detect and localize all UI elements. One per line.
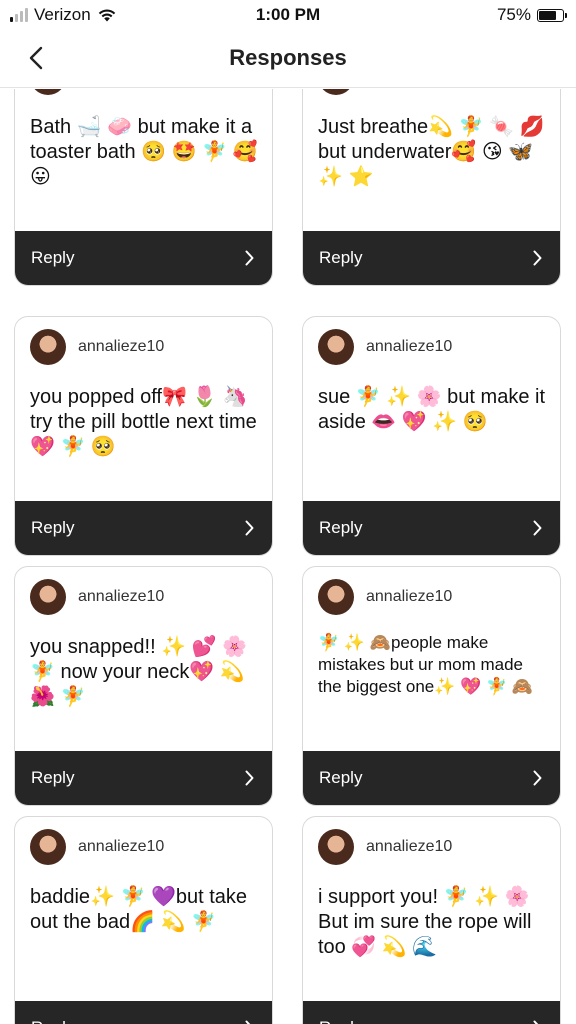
response-card: annalieze10 sue 🧚 ✨ 🌸 but make it aside … xyxy=(302,316,561,556)
battery-percentage: 75% xyxy=(496,5,531,24)
reply-label: Reply xyxy=(31,248,75,267)
response-text: you popped off🎀 🌷 🦄try the pill bottle n… xyxy=(30,386,257,458)
username[interactable]: annalieze10 xyxy=(366,338,452,356)
response-text: Bath 🛁 🧼 but make it a toaster bath 🥺 🤩 … xyxy=(30,116,258,188)
chevron-right-icon xyxy=(245,770,254,786)
response-card: annalieze10 🧚 ✨ 🙈people make mistakes bu… xyxy=(302,566,561,806)
reply-button[interactable]: Reply xyxy=(303,751,560,805)
reply-button[interactable]: Reply xyxy=(303,231,560,285)
response-text: baddie✨ 🧚 💜but take out the bad🌈 💫 🧚 xyxy=(30,886,248,933)
reply-label: Reply xyxy=(319,1018,362,1024)
chevron-right-icon xyxy=(245,520,254,536)
username[interactable]: annalieze10 xyxy=(78,338,164,356)
avatar[interactable] xyxy=(30,329,66,365)
reply-label: Reply xyxy=(319,768,363,787)
response-card: annalieze10 you snapped!! ✨ 💕 🌸 🧚 now yo… xyxy=(14,566,273,806)
avatar[interactable] xyxy=(30,89,66,95)
chevron-right-icon xyxy=(533,250,542,266)
response-text: i support you! 🧚 ✨ 🌸 But im sure the rop… xyxy=(318,886,532,958)
chevron-right-icon xyxy=(245,1020,251,1024)
card-header: annalieze10 xyxy=(30,829,164,865)
status-right: 75% xyxy=(496,5,567,25)
username[interactable]: annalieze10 xyxy=(78,588,164,606)
username[interactable]: annalieze10 xyxy=(366,838,452,856)
response-text: sue 🧚 ✨ 🌸 but make it aside 👄 💖 ✨ 🥺 xyxy=(318,386,546,433)
username[interactable]: annalieze10 xyxy=(366,588,452,606)
reply-label: Reply xyxy=(31,518,75,537)
card-header: annalieze10 xyxy=(30,89,164,95)
status-bar: Verizon 1:00 PM 75% xyxy=(0,0,576,30)
avatar[interactable] xyxy=(318,829,354,865)
chevron-right-icon xyxy=(245,250,254,266)
status-time: 1:00 PM xyxy=(255,5,321,24)
avatar[interactable] xyxy=(318,329,354,365)
card-header: annalieze10 xyxy=(318,89,452,95)
reply-button[interactable]: Reply xyxy=(15,1001,272,1024)
response-card: annalieze10 Bath 🛁 🧼 but make it a toast… xyxy=(14,89,273,286)
username[interactable]: annalieze10 xyxy=(78,838,164,856)
response-card: annalieze10 you popped off🎀 🌷 🦄try the p… xyxy=(14,316,273,556)
avatar[interactable] xyxy=(30,829,66,865)
card-header: annalieze10 xyxy=(318,579,452,615)
card-header: annalieze10 xyxy=(318,829,452,865)
reply-label: Reply xyxy=(319,518,363,537)
avatar[interactable] xyxy=(318,89,354,95)
response-card: annalieze10 Just breathe💫 🧚 🍬 💋 but unde… xyxy=(302,89,561,286)
card-header: annalieze10 xyxy=(30,579,164,615)
reply-label: Reply xyxy=(319,248,363,267)
page-title: Responses xyxy=(229,45,347,70)
card-header: annalieze10 xyxy=(318,329,452,365)
response-text: 🧚 ✨ 🙈people make mistakes but ur mom mad… xyxy=(318,633,534,696)
reply-button[interactable]: Reply xyxy=(15,231,272,285)
reply-button[interactable]: Reply xyxy=(303,1001,560,1024)
response-text: Just breathe💫 🧚 🍬 💋 but underwater🥰 😘 🦋 … xyxy=(318,116,545,188)
reply-label: Reply xyxy=(31,1018,74,1024)
reply-button[interactable]: Reply xyxy=(15,501,272,555)
chevron-right-icon xyxy=(533,1020,539,1024)
reply-button[interactable]: Reply xyxy=(303,501,560,555)
reply-button[interactable]: Reply xyxy=(15,751,272,805)
chevron-right-icon xyxy=(533,770,542,786)
avatar[interactable] xyxy=(318,579,354,615)
avatar[interactable] xyxy=(30,579,66,615)
navigation-bar: Responses xyxy=(0,30,576,88)
responses-grid: annalieze10 Bath 🛁 🧼 but make it a toast… xyxy=(0,89,576,1024)
card-header: annalieze10 xyxy=(30,329,164,365)
battery-icon xyxy=(537,8,567,22)
reply-label: Reply xyxy=(31,768,75,787)
response-text: you snapped!! ✨ 💕 🌸 🧚 now your neck💖 💫 🌺… xyxy=(30,636,248,708)
response-card: annalieze10 i support you! 🧚 ✨ 🌸 But im … xyxy=(302,816,561,1024)
response-card: annalieze10 baddie✨ 🧚 💜but take out the … xyxy=(14,816,273,1024)
chevron-right-icon xyxy=(533,520,542,536)
